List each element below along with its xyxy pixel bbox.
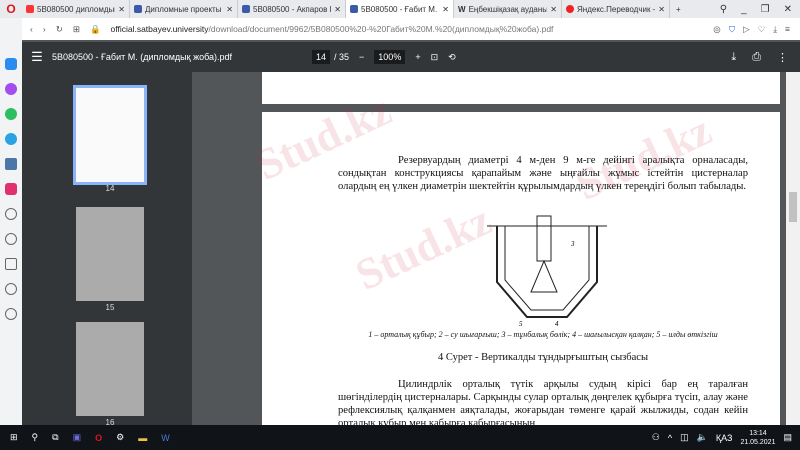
browser-tab[interactable]: 5В080500 дипломдық ж✕	[22, 0, 130, 18]
close-tab-icon[interactable]: ✕	[442, 5, 449, 14]
home-icon[interactable]	[5, 58, 17, 70]
clock[interactable]: 13:14 21.05.2021	[740, 429, 775, 447]
forward-icon[interactable]: ›	[43, 24, 46, 34]
url-input[interactable]: official.satbayev.university/download/do…	[111, 24, 554, 34]
heart-icon[interactable]: ♡	[758, 24, 766, 35]
browser-tab[interactable]: Яндекс.Переводчик – с ✕	[562, 0, 670, 18]
scrollbar-thumb[interactable]	[789, 192, 797, 222]
reload-icon[interactable]: ↻	[56, 24, 63, 35]
close-window-button[interactable]: ✕	[784, 4, 792, 15]
document-title: 5В080500 - Ғабит М. (дипломдық жоба).pdf	[52, 52, 233, 62]
thumbnail-number: 14	[105, 184, 115, 193]
thumbnail-number: 15	[105, 303, 115, 312]
opera-taskbar-icon[interactable]: O	[95, 433, 102, 443]
thumbnail-number: 16	[105, 418, 115, 425]
figure-label: 5	[519, 320, 523, 327]
messenger-icon[interactable]	[5, 83, 17, 95]
windows-start-icon[interactable]: ⊞	[10, 432, 18, 443]
menu-icon[interactable]: ☰	[22, 49, 52, 65]
site-icon	[134, 5, 142, 13]
task-view-icon[interactable]: ⧉	[52, 432, 58, 443]
instagram-icon[interactable]	[5, 183, 17, 195]
site-icon	[350, 5, 358, 13]
figure-caption: 1 – орталық құбыр; 2 – су шығарғыш; 3 – …	[368, 330, 718, 339]
thumbnail-page[interactable]	[73, 85, 147, 185]
bulb-icon[interactable]	[5, 308, 17, 320]
volume-icon[interactable]: 🔈	[697, 432, 708, 443]
rotate-icon[interactable]: ⟲	[448, 52, 456, 63]
file-explorer-icon[interactable]: ▬	[138, 433, 147, 443]
browser-tab[interactable]: 5В080500 - Акпаров Б.Е✕	[238, 0, 346, 18]
language-indicator[interactable]: ҚАЗ	[716, 433, 733, 443]
translator-icon	[566, 5, 574, 13]
close-tab-icon[interactable]: ✕	[226, 5, 233, 14]
thumbnail-page[interactable]	[76, 207, 144, 301]
print-icon[interactable]: ⎙	[752, 51, 761, 64]
opera-logo-icon[interactable]: O	[0, 2, 22, 16]
pdf-page	[262, 72, 780, 104]
more-icon[interactable]: ⋮	[777, 51, 788, 64]
search-icon[interactable]: ⚲	[32, 432, 39, 443]
pdf-page: Резервуардың диаметрі 4 м-ден 9 м-ге дей…	[262, 112, 780, 425]
yandex-icon	[26, 5, 34, 13]
zoom-in-button[interactable]: +	[415, 52, 420, 62]
thumbnail-page[interactable]	[76, 322, 144, 416]
vk-icon[interactable]	[5, 158, 17, 170]
settler-diagram: 1 2 3 4 5	[487, 215, 607, 327]
zoom-input[interactable]: 100%	[374, 50, 406, 64]
scrollbar[interactable]	[786, 72, 800, 425]
teams-icon[interactable]: ▣	[73, 432, 82, 443]
new-tab-button[interactable]: +	[670, 5, 681, 14]
download-icon[interactable]: ⤓	[773, 24, 777, 35]
send-icon[interactable]: ▷	[743, 24, 750, 35]
box-icon[interactable]	[5, 258, 17, 270]
download-icon[interactable]: ⤓	[731, 51, 736, 64]
people-icon[interactable]: ⚇	[652, 432, 660, 443]
close-tab-icon[interactable]: ✕	[118, 5, 125, 14]
whatsapp-icon[interactable]	[5, 108, 17, 120]
heart-icon[interactable]	[5, 208, 17, 220]
browser-tab-active[interactable]: 5В080500 - Ғабит М. (д ✕	[346, 0, 454, 18]
network-icon[interactable]: ◫	[680, 432, 689, 443]
fit-page-icon[interactable]: ⊡	[431, 52, 439, 63]
word-icon[interactable]: W	[161, 433, 170, 443]
shield-icon[interactable]: ⛉	[729, 24, 735, 35]
close-tab-icon[interactable]: ✕	[658, 5, 665, 14]
thumbnail-panel: 14 15 16	[22, 72, 192, 425]
site-icon	[242, 5, 250, 13]
opera-sidebar	[0, 18, 22, 425]
lock-icon: 🔒	[89, 23, 101, 34]
restore-button[interactable]: ❐	[761, 4, 770, 15]
back-icon[interactable]: ‹	[30, 24, 33, 34]
zoom-out-button[interactable]: −	[359, 52, 364, 62]
minimize-button[interactable]: _	[741, 4, 747, 15]
history-icon[interactable]	[5, 233, 17, 245]
page-total: / 35	[334, 52, 350, 62]
close-tab-icon[interactable]: ✕	[550, 5, 557, 14]
figure-title: 4 Сурет - Вертикалды тұндырғыштың сызбас…	[437, 352, 649, 363]
grid-icon[interactable]: ⊞	[73, 24, 80, 35]
notifications-icon[interactable]: ▤	[783, 432, 792, 443]
paragraph: Цилиндрлік орталық түтік арқылы судың кі…	[338, 379, 748, 425]
browser-tab[interactable]: Дипломные проекты И ✕	[130, 0, 238, 18]
wikipedia-icon: W	[458, 4, 466, 14]
tray-chevron-icon[interactable]: ^	[668, 433, 672, 443]
settings-icon[interactable]: ⚙	[116, 432, 124, 443]
tab-strip: O 5В080500 дипломдық ж✕ Дипломные проект…	[0, 0, 800, 18]
figure-label: 4	[555, 320, 559, 327]
page-number-input[interactable]: 14	[312, 50, 331, 64]
camera-icon[interactable]: ◎	[713, 24, 720, 35]
taskbar: ⊞ ⚲ ⧉ ▣ O ⚙ ▬ W ⚇ ^ ◫ 🔈 ҚАЗ 13:14 21.05.2…	[0, 425, 800, 450]
address-bar: ‹ › ↻ ⊞ 🔒 official.satbayev.university/downl…	[22, 18, 800, 40]
settings-icon[interactable]	[5, 283, 17, 295]
paragraph: Резервуардың диаметрі 4 м-ден 9 м-ге дей…	[338, 155, 748, 192]
figure-label: 3	[570, 240, 575, 248]
browser-tab[interactable]: W Еңбекшіқазақ ауданы - ✕	[454, 0, 562, 18]
menu-icon[interactable]: ≡	[785, 24, 790, 35]
close-tab-icon[interactable]: ✕	[334, 5, 341, 14]
pdf-toolbar: ☰ 5В080500 - Ғабит М. (дипломдық жоба).p…	[22, 42, 800, 72]
telegram-icon[interactable]	[5, 133, 17, 145]
document-viewer[interactable]: Резервуардың диаметрі 4 м-ден 9 м-ге дей…	[192, 72, 786, 425]
search-icon[interactable]: ⚲	[720, 4, 727, 15]
